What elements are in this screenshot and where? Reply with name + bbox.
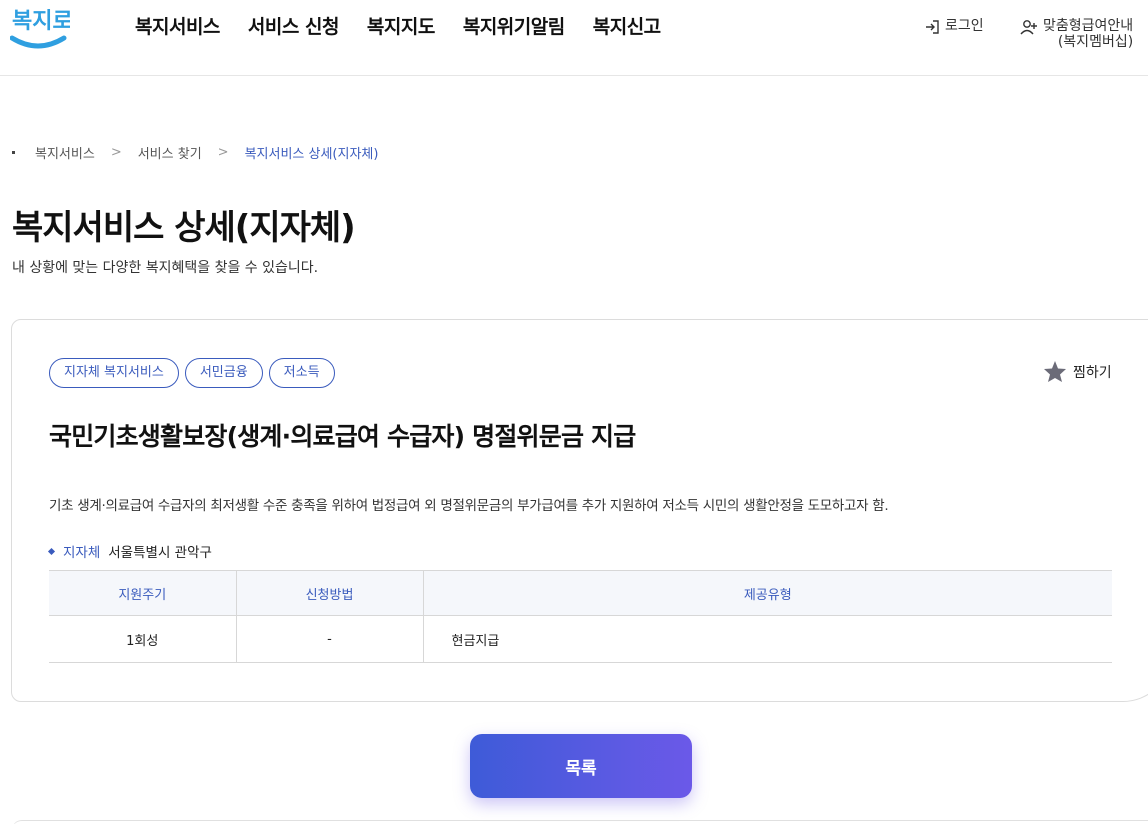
gnb-welfare-report[interactable]: 복지신고 (593, 12, 661, 39)
cell-support-cycle: 1회성 (49, 615, 236, 663)
gnb-welfare-service[interactable]: 복지서비스 (135, 12, 220, 39)
agency-label: 지자체 (63, 545, 101, 561)
login-icon (926, 20, 939, 34)
gnb-welfare-map[interactable]: 복지지도 (367, 12, 435, 39)
breadcrumb-welfare-service[interactable]: 복지서비스 (35, 143, 95, 162)
breadcrumb-service-search[interactable]: 서비스 찾기 (138, 143, 202, 162)
favorite-button[interactable]: 찜하기 (1043, 360, 1112, 383)
list-button[interactable]: 목록 (470, 734, 692, 798)
bokjiro-logo[interactable]: 복지로 (10, 4, 70, 50)
breadcrumb-bullet (12, 151, 15, 154)
service-detail-card: 지자체 복지서비스 서민금융 저소득 찜하기 국민기초생활보장(생계·의료급여 … (11, 319, 1148, 702)
login-link[interactable]: 로그인 (924, 18, 984, 35)
table-header-row: 지원주기 신청방법 제공유형 (49, 570, 1112, 616)
service-description: 기초 생계·의료급여 수급자의 최저생활 수준 충족을 위하여 법정급여 외 명… (49, 498, 889, 514)
service-title: 국민기초생활보장(생계·의료급여 수급자) 명절위문금 지급 (49, 422, 636, 451)
tag-finance[interactable]: 서민금융 (184, 358, 263, 388)
agency-info: 지자체 서울특별시 관악구 (47, 541, 212, 561)
chevron-right-icon: > (110, 145, 122, 160)
chevron-right-icon: > (217, 145, 229, 160)
login-label: 로그인 (945, 18, 984, 34)
header-provision-type: 제공유형 (422, 570, 1112, 616)
membership-label: 맞춤형급여안내 (복지멤버십) (1043, 18, 1134, 50)
site-header: 복지로 복지서비스 서비스 신청 복지지도 복지위기알림 복지신고 로그인 맞춤… (0, 0, 1148, 76)
svg-text:복지로: 복지로 (12, 9, 70, 34)
gnb-crisis-alert[interactable]: 복지위기알림 (463, 12, 565, 39)
service-tags: 지자체 복지서비스 서민금융 저소득 (49, 358, 341, 388)
page-title: 복지서비스 상세(지자체) (12, 208, 356, 248)
gnb-service-apply[interactable]: 서비스 신청 (248, 12, 340, 39)
table-row: 1회성 - 현금지급 (49, 615, 1112, 663)
diamond-bullet-icon (47, 547, 56, 555)
tag-low-income[interactable]: 저소득 (268, 358, 335, 388)
next-section-edge (12, 820, 1148, 824)
favorite-label: 찜하기 (1073, 364, 1112, 381)
breadcrumb: 복지서비스 > 서비스 찾기 > 복지서비스 상세(지자체) (12, 143, 378, 162)
cell-provision-type: 현금지급 (422, 615, 1112, 663)
tag-local-service[interactable]: 지자체 복지서비스 (49, 358, 179, 388)
user-add-icon (1020, 20, 1037, 35)
breadcrumb-current: 복지서비스 상세(지자체) (244, 147, 379, 162)
star-icon (1044, 361, 1066, 382)
cell-apply-method: - (235, 615, 423, 663)
page-description: 내 상황에 맞는 다양한 복지혜택을 찾을 수 있습니다. (12, 260, 319, 276)
header-apply-method: 신청방법 (235, 570, 423, 616)
membership-link[interactable]: 맞춤형급여안내 (복지멤버십) (1020, 18, 1133, 50)
agency-value: 서울특별시 관악구 (108, 545, 212, 561)
header-support-cycle: 지원주기 (49, 570, 236, 616)
service-info-table: 지원주기 신청방법 제공유형 1회성 - 현금지급 (49, 570, 1112, 663)
global-nav: 복지서비스 서비스 신청 복지지도 복지위기알림 복지신고 (135, 12, 689, 39)
